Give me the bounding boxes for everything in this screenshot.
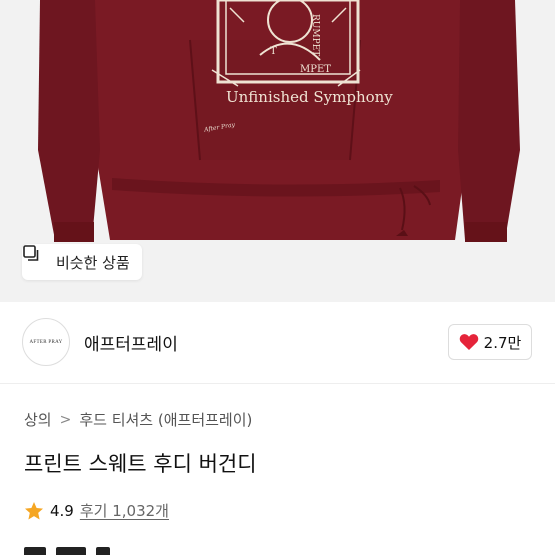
like-count: 2.7만	[483, 333, 522, 352]
like-button[interactable]: 2.7만	[448, 324, 532, 360]
similar-products-label: 비슷한 상품	[56, 253, 130, 272]
chevron-right-icon: >	[59, 411, 72, 428]
product-image[interactable]: RUMPET T MPET Unfinished Symphony After …	[0, 0, 555, 302]
breadcrumb: 상의 > 후드 티셔츠 (애프터프레이)	[24, 409, 252, 430]
print-text-rumpet: RUMPET	[310, 14, 320, 57]
brand-name[interactable]: 애프터프레이	[84, 330, 178, 355]
reviews-link[interactable]: 후기 1,032개	[80, 500, 169, 521]
breadcrumb-category[interactable]: 상의	[24, 409, 52, 430]
similar-products-button[interactable]: 비슷한 상품	[22, 244, 142, 280]
stacked-squares-icon	[23, 245, 50, 271]
price-row-cutoff	[24, 546, 164, 555]
brand-logo-text: AFTER PRAY	[29, 339, 63, 345]
breadcrumb-subcategory[interactable]: 후드 티셔츠 (애프터프레이)	[79, 409, 252, 430]
print-text-mpet: MPET	[300, 64, 331, 75]
star-icon	[24, 501, 44, 521]
print-text-t: T	[270, 46, 277, 57]
print-text-unfinished-symphony: Unfinished Symphony	[226, 88, 393, 106]
rating-score: 4.9	[50, 501, 74, 520]
brand-logo[interactable]: AFTER PRAY	[22, 318, 70, 366]
product-title: 프린트 스웨트 후디 버건디	[24, 452, 257, 476]
heart-icon	[459, 333, 479, 351]
rating-row: 4.9 후기 1,032개	[24, 500, 169, 521]
